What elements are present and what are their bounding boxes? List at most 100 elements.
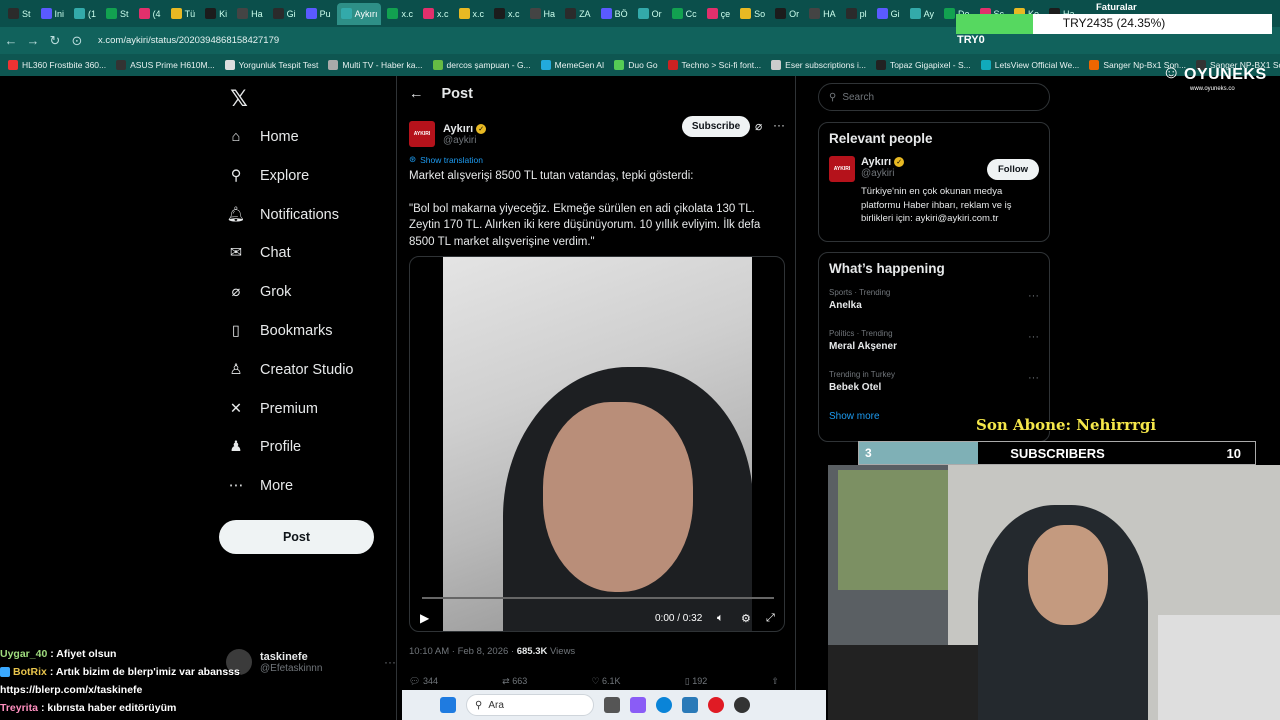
browser-tab[interactable]: ZA xyxy=(561,3,595,25)
show-translation-link[interactable]: ⊛ Show translation xyxy=(409,154,483,165)
bookmark-item[interactable]: Topaz Gigapixel - S... xyxy=(875,60,971,70)
bookmark-item[interactable]: LetsView Official We... xyxy=(980,60,1079,70)
trend-item[interactable]: Sports · Trending Anelka ··· xyxy=(819,282,1049,323)
browser-tab[interactable]: x.c xyxy=(383,3,417,25)
person-avatar[interactable]: AYKIRI xyxy=(829,156,855,182)
subscribe-button[interactable]: Subscribe xyxy=(682,116,750,137)
video-progress[interactable] xyxy=(422,597,774,599)
nav-item-more[interactable]: ⋯ More xyxy=(226,471,293,501)
more-icon[interactable]: ··· xyxy=(1028,290,1039,302)
author-name[interactable]: Aykırı ✓ xyxy=(443,123,487,135)
more-icon[interactable]: ··· xyxy=(773,118,785,132)
bookmark-item[interactable]: Eser subscriptions i... xyxy=(771,60,866,70)
trend-item[interactable]: Trending in Turkey Bebek Otel ··· xyxy=(819,364,1049,405)
nav-item-label: Premium xyxy=(260,400,319,417)
x-logo-icon[interactable]: 𝕏 xyxy=(226,86,252,112)
volume-icon[interactable]: 🔈︎ xyxy=(717,612,724,625)
browser-tab[interactable]: pl xyxy=(842,3,871,25)
browser-tab[interactable]: HA xyxy=(805,3,840,25)
browser-tab[interactable]: Or xyxy=(771,3,803,25)
browser-tab[interactable]: Ha xyxy=(526,3,560,25)
browser-tab[interactable]: Cc xyxy=(668,3,701,25)
author-handle[interactable]: @aykiri xyxy=(443,135,486,146)
browser-tab[interactable]: So xyxy=(736,3,769,25)
trend-item[interactable]: Politics · Trending Meral Akşener ··· xyxy=(819,323,1049,364)
repost-button[interactable]: ⇄ 663 xyxy=(502,676,527,687)
bookmark-button[interactable]: ▯ 192 xyxy=(685,676,707,687)
copilot-icon[interactable] xyxy=(630,697,646,713)
video-controls: ▶ 0:00 / 0:32 🔈︎ ⚙ ⤢ xyxy=(410,607,784,629)
browser-tab[interactable]: Ini xyxy=(37,3,69,25)
browser-tab[interactable]: Ay xyxy=(906,3,938,25)
bookmark-item[interactable]: Yorgunluk Tespit Test xyxy=(224,60,318,70)
search-input[interactable]: ⚲ Search xyxy=(818,83,1050,111)
nav-item-chat[interactable]: ✉ Chat xyxy=(226,238,291,268)
browser-tab[interactable]: x.c xyxy=(490,3,524,25)
trend-category: Sports · Trending xyxy=(829,288,891,297)
mail-app-icon[interactable] xyxy=(682,697,698,713)
play-icon[interactable]: ▶ xyxy=(420,611,429,625)
opera-icon[interactable] xyxy=(708,697,724,713)
settings-icon[interactable]: ⚙ xyxy=(741,612,751,625)
taskbar-search[interactable]: ⚲ Ara xyxy=(466,694,594,716)
browser-tab[interactable]: x.c xyxy=(455,3,489,25)
tab-favicon-icon xyxy=(74,8,86,19)
browser-tab[interactable]: Ha xyxy=(233,3,267,25)
bookmark-favicon-icon xyxy=(224,60,235,70)
video-player[interactable]: ▶ 0:00 / 0:32 🔈︎ ⚙ ⤢ xyxy=(409,256,785,632)
bookmark-item[interactable]: ASUS Prime H610M... xyxy=(116,60,215,70)
url-field[interactable]: x.com/aykiri/status/2020394868158427179 xyxy=(98,35,279,46)
browser-tab[interactable]: St xyxy=(4,3,35,25)
author-avatar[interactable]: AYKIRI xyxy=(409,121,435,147)
browser-tab[interactable]: BÖ xyxy=(597,3,632,25)
browser-tab[interactable]: (1 xyxy=(70,3,100,25)
browser-tab[interactable]: Gi xyxy=(269,3,300,25)
browser-tab[interactable]: St xyxy=(102,3,133,25)
browser-tab[interactable]: Or xyxy=(634,3,666,25)
browser-tab[interactable]: Aykırı xyxy=(336,2,382,25)
nav-item-profile[interactable]: ♟ Profile xyxy=(226,432,302,462)
windows-start-icon[interactable] xyxy=(440,697,456,713)
browser-tab[interactable]: çe xyxy=(703,3,735,25)
follow-button[interactable]: Follow xyxy=(987,159,1039,180)
bookmark-item[interactable]: Duo Go xyxy=(614,60,658,70)
nav-item-bookmarks[interactable]: ▯ Bookmarks xyxy=(226,316,333,346)
obs-icon[interactable] xyxy=(734,697,750,713)
nav-item-creator-studio[interactable]: ♙ Creator Studio xyxy=(226,355,354,385)
nav-item-premium[interactable]: ✕ Premium xyxy=(226,394,318,424)
relevant-person[interactable]: AYKIRI Aykırı ✓ @aykiri Türkiye'nin en ç… xyxy=(819,146,1049,236)
back-icon[interactable]: ← xyxy=(0,33,22,48)
post-button[interactable]: Post xyxy=(219,520,374,554)
site-info-icon[interactable]: ⊙ xyxy=(66,33,88,49)
edge-icon[interactable] xyxy=(656,697,672,713)
bookmark-item[interactable]: dercos şampuan - G... xyxy=(432,60,531,70)
browser-tab[interactable]: Tü xyxy=(167,3,200,25)
browser-tab[interactable]: (4 xyxy=(135,3,165,25)
tab-label: Gi xyxy=(286,8,296,19)
bookmark-item[interactable]: Multi TV - Haber ka... xyxy=(328,60,423,70)
browser-tab[interactable]: Gi xyxy=(873,3,904,25)
more-icon[interactable]: ··· xyxy=(1028,372,1039,384)
like-button[interactable]: ♡ 6.1K xyxy=(591,676,620,687)
browser-tab[interactable]: Pu xyxy=(302,3,335,25)
share-icon[interactable]: ⇧ xyxy=(771,676,779,687)
fullscreen-icon[interactable]: ⤢ xyxy=(766,612,775,625)
reload-icon[interactable]: ↻ xyxy=(44,33,66,49)
browser-tab[interactable]: Ki xyxy=(201,3,231,25)
task-view-icon[interactable] xyxy=(604,697,620,713)
nav-item-explore[interactable]: ⚲ Explore xyxy=(226,161,309,191)
browser-tab[interactable]: x.c xyxy=(419,3,453,25)
tab-favicon-icon xyxy=(272,8,284,19)
translate-icon: ⊛ xyxy=(409,154,417,164)
search-icon: ⚲ xyxy=(230,167,242,184)
grok-icon[interactable]: ⌀ xyxy=(755,119,762,133)
back-arrow-icon[interactable]: ← xyxy=(409,86,424,102)
nav-item-home[interactable]: ⌂ Home xyxy=(226,122,299,152)
bookmark-item[interactable]: Techno > Sci-fi font... xyxy=(667,60,761,70)
bookmark-item[interactable]: HL360 Frostbite 360... xyxy=(8,60,106,70)
forward-icon[interactable]: → xyxy=(22,33,44,48)
bookmark-item[interactable]: MemeGen AI xyxy=(540,60,604,70)
nav-item-grok[interactable]: ⌀ Grok xyxy=(226,277,292,307)
nav-item-notifications[interactable]: 🔔︎ Notifications xyxy=(226,200,339,230)
more-icon[interactable]: ··· xyxy=(1028,331,1039,343)
